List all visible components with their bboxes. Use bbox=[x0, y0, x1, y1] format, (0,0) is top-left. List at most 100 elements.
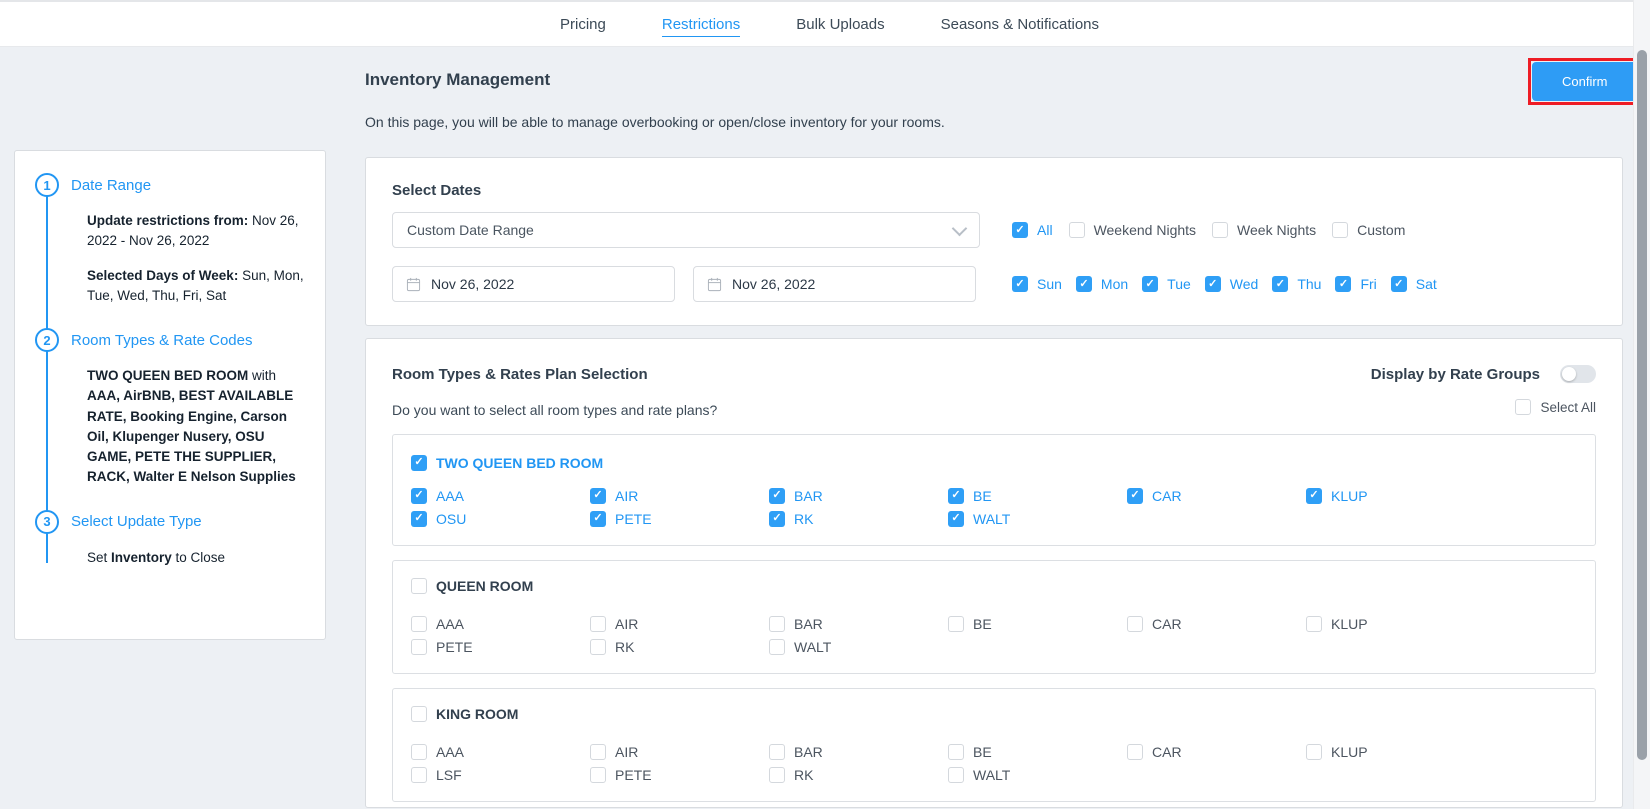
checkbox-label: PETE bbox=[436, 639, 473, 655]
step-title[interactable]: Date Range bbox=[71, 177, 151, 194]
nav-tab-seasons-notifications[interactable]: Seasons & Notifications bbox=[941, 16, 1099, 33]
rates-grid: AAA AIR BAR BE CAR KLUP LSF PETE RK WALT bbox=[411, 744, 1577, 783]
checkbox-label: KING ROOM bbox=[436, 706, 518, 722]
rate-checkbox-pete[interactable]: PETE bbox=[590, 767, 769, 783]
nav-tab-pricing[interactable]: Pricing bbox=[560, 16, 606, 33]
checkbox-icon bbox=[948, 488, 964, 504]
checkbox-label: OSU bbox=[436, 511, 466, 527]
checkbox-icon bbox=[411, 511, 427, 527]
nav-tabs: Pricing Restrictions Bulk Uploads Season… bbox=[560, 2, 1099, 46]
rate-checkbox-bar[interactable]: BAR bbox=[769, 744, 948, 760]
rate-checkbox-klup[interactable]: KLUP bbox=[1306, 744, 1485, 760]
room-type-checkbox[interactable]: QUEEN ROOM bbox=[411, 578, 533, 594]
scrollbar-thumb[interactable] bbox=[1637, 50, 1647, 760]
room-head: KING ROOM bbox=[411, 706, 1577, 727]
checkbox-icon bbox=[1127, 488, 1143, 504]
date-range-dropdown[interactable]: Custom Date Range bbox=[392, 212, 980, 248]
night-filter-custom[interactable]: Custom bbox=[1332, 222, 1405, 238]
checkbox-icon bbox=[1306, 488, 1322, 504]
rate-checkbox-walt[interactable]: WALT bbox=[769, 639, 948, 655]
rate-checkbox-pete[interactable]: PETE bbox=[590, 511, 769, 527]
checkbox-icon bbox=[948, 616, 964, 632]
rate-checkbox-aaa[interactable]: AAA bbox=[411, 616, 590, 632]
checkbox-icon bbox=[1205, 276, 1221, 292]
checkbox-icon bbox=[411, 767, 427, 783]
rate-checkbox-bar[interactable]: BAR bbox=[769, 488, 948, 504]
rate-checkbox-be[interactable]: BE bbox=[948, 616, 1127, 632]
checkbox-label: Mon bbox=[1101, 276, 1128, 292]
stepper-step: 2 Room Types & Rate Codes TWO QUEEN BED … bbox=[35, 328, 307, 488]
day-checkbox-mon[interactable]: Mon bbox=[1076, 276, 1128, 292]
rate-checkbox-air[interactable]: AIR bbox=[590, 744, 769, 760]
rate-checkbox-walt[interactable]: WALT bbox=[948, 767, 1127, 783]
checkbox-icon bbox=[1012, 276, 1028, 292]
checkbox-label: RK bbox=[794, 767, 813, 783]
date-from-value: Nov 26, 2022 bbox=[431, 276, 514, 292]
rate-checkbox-air[interactable]: AIR bbox=[590, 488, 769, 504]
display-by-rate-groups-toggle[interactable] bbox=[1560, 365, 1596, 383]
rate-checkbox-aaa[interactable]: AAA bbox=[411, 488, 590, 504]
checkbox-label: QUEEN ROOM bbox=[436, 578, 533, 594]
checkbox-icon bbox=[411, 639, 427, 655]
rate-checkbox-pete[interactable]: PETE bbox=[411, 639, 590, 655]
room-group: TWO QUEEN BED ROOM AAA AIR BAR BE CAR KL… bbox=[392, 434, 1596, 546]
rate-checkbox-osu[interactable]: OSU bbox=[411, 511, 590, 527]
checkbox-label: Week Nights bbox=[1237, 222, 1316, 238]
day-checkbox-wed[interactable]: Wed bbox=[1205, 276, 1259, 292]
rate-checkbox-rk[interactable]: RK bbox=[769, 511, 948, 527]
rate-checkbox-aaa[interactable]: AAA bbox=[411, 744, 590, 760]
nav-tab-bulk-uploads[interactable]: Bulk Uploads bbox=[796, 16, 884, 33]
rate-checkbox-walt[interactable]: WALT bbox=[948, 511, 1127, 527]
rate-checkbox-rk[interactable]: RK bbox=[769, 767, 948, 783]
checkbox-label: Select All bbox=[1540, 400, 1596, 415]
checkbox-icon bbox=[769, 744, 785, 760]
room-type-checkbox[interactable]: TWO QUEEN BED ROOM bbox=[411, 455, 603, 471]
stepper-step: 3 Select Update Type Set Inventory to Cl… bbox=[35, 510, 307, 568]
scrollbar-track[interactable] bbox=[1633, 0, 1650, 809]
rate-checkbox-car[interactable]: CAR bbox=[1127, 744, 1306, 760]
date-from-input[interactable]: Nov 26, 2022 bbox=[392, 266, 675, 302]
rate-checkbox-lsf[interactable]: LSF bbox=[411, 767, 590, 783]
date-to-input[interactable]: Nov 26, 2022 bbox=[693, 266, 976, 302]
select-all-checkbox[interactable]: Select All bbox=[1515, 399, 1596, 415]
day-checkbox-sat[interactable]: Sat bbox=[1391, 276, 1437, 292]
stepper-step: 1 Date Range Update restrictions from: N… bbox=[35, 173, 307, 306]
top-navigation-bar: Pricing Restrictions Bulk Uploads Season… bbox=[0, 0, 1650, 47]
confirm-button[interactable]: Confirm bbox=[1532, 62, 1638, 101]
day-checkbox-tue[interactable]: Tue bbox=[1142, 276, 1191, 292]
day-checkbox-sun[interactable]: Sun bbox=[1012, 276, 1062, 292]
day-checkbox-fri[interactable]: Fri bbox=[1335, 276, 1376, 292]
rate-checkbox-klup[interactable]: KLUP bbox=[1306, 616, 1485, 632]
rate-checkbox-rk[interactable]: RK bbox=[590, 639, 769, 655]
checkbox-label: KLUP bbox=[1331, 488, 1368, 504]
night-filter-weekend-nights[interactable]: Weekend Nights bbox=[1069, 222, 1196, 238]
night-filter-all[interactable]: All bbox=[1012, 222, 1053, 238]
rate-checkbox-car[interactable]: CAR bbox=[1127, 488, 1306, 504]
checkbox-label: CAR bbox=[1152, 616, 1182, 632]
night-filter-week-nights[interactable]: Week Nights bbox=[1212, 222, 1316, 238]
display-by-rate-groups-label: Display by Rate Groups bbox=[1371, 366, 1540, 383]
room-types-section: Room Types & Rates Plan Selection Displa… bbox=[365, 338, 1623, 808]
checkbox-label: BE bbox=[973, 744, 992, 760]
rate-checkbox-bar[interactable]: BAR bbox=[769, 616, 948, 632]
room-type-checkbox[interactable]: KING ROOM bbox=[411, 706, 518, 722]
chevron-down-icon bbox=[952, 220, 968, 236]
checkbox-label: Weekend Nights bbox=[1094, 222, 1196, 238]
step-title[interactable]: Room Types & Rate Codes bbox=[71, 332, 252, 349]
day-checkbox-thu[interactable]: Thu bbox=[1272, 276, 1321, 292]
step-number-badge: 3 bbox=[35, 510, 59, 534]
checkbox-label: Sun bbox=[1037, 276, 1062, 292]
rate-checkbox-klup[interactable]: KLUP bbox=[1306, 488, 1485, 504]
room-selection-question: Do you want to select all room types and… bbox=[392, 402, 717, 418]
rate-checkbox-be[interactable]: BE bbox=[948, 744, 1127, 760]
calendar-icon bbox=[707, 277, 722, 292]
rate-checkbox-car[interactable]: CAR bbox=[1127, 616, 1306, 632]
checkbox-icon bbox=[769, 767, 785, 783]
checkbox-label: BAR bbox=[794, 488, 823, 504]
step-title[interactable]: Select Update Type bbox=[71, 513, 202, 530]
checkbox-icon bbox=[769, 616, 785, 632]
nav-tab-restrictions[interactable]: Restrictions bbox=[662, 16, 740, 33]
rate-checkbox-air[interactable]: AIR bbox=[590, 616, 769, 632]
select-dates-section: Select Dates Custom Date Range All Weeke… bbox=[365, 157, 1623, 326]
rate-checkbox-be[interactable]: BE bbox=[948, 488, 1127, 504]
